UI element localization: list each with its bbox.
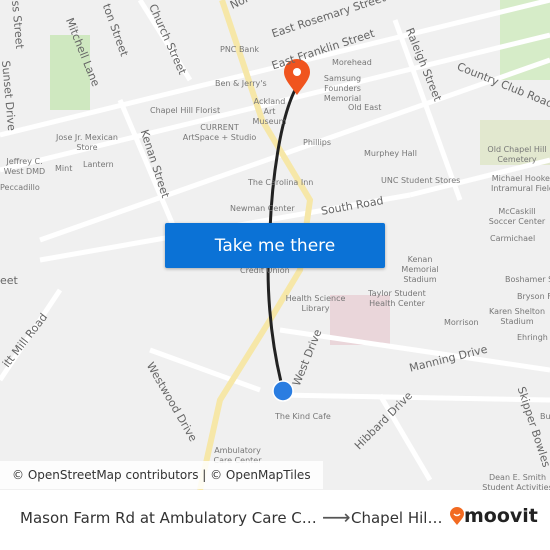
place-label: Dean E. Smith Student Activities Center [482,473,550,490]
place-label: Health Science Library [285,294,346,313]
place-label: Murphey Hall [364,149,417,158]
place-label: Jose Jr. Mexican Store [56,133,118,152]
place-label: Ben & Jerry's [215,79,267,88]
map-attribution[interactable]: © OpenStreetMap contributors | © OpenMap… [0,461,323,489]
place-label: Newman Center [230,204,295,213]
place-label: Boshamer S [505,275,550,284]
place-label: Old East [348,103,382,112]
place-label: Taylor Student Health Center [368,289,426,308]
place-label: The Kind Cafe [275,412,331,421]
moovit-wordmark: moovit [464,505,538,527]
place-label: CURRENT ArtSpace + Studio [182,123,257,142]
place-label: Samsung Founders Memorial [323,74,362,103]
place-label: Ehringh [517,333,548,342]
origin-stop: Mason Farm Rd at Ambulatory Care C… [20,509,317,527]
place-label: The Carolina Inn [248,178,314,187]
destination-stop: Chapel Hil… [351,509,443,527]
place-label: Peccadillo [0,183,40,192]
street-label: eet [0,274,18,287]
moovit-pin-icon [450,507,464,525]
place-label: Chapel Hill Florist [150,106,221,115]
destination-marker-dot [293,68,301,76]
origin-marker[interactable] [272,380,294,402]
take-me-there-button[interactable]: Take me there [165,223,385,268]
place-label: Michael Hooker Intramural Field [490,174,550,193]
place-label: Karen Shelton Stadium [488,307,546,326]
place-label: Bryson F [517,292,550,301]
place-label: PNC Bank [220,45,260,54]
place-label: Kenan Memorial Stadium [401,255,439,284]
place-label: Mint [55,164,73,173]
map[interactable]: North East Rosemary Street East Franklin… [0,0,550,490]
place-label: UNC Student Stores [381,176,461,185]
place-label: Bu [540,412,550,421]
place-label: Jeffrey C. West DMD [3,157,46,176]
place-label: Lantern [83,160,114,169]
place-label: Carmichael [490,234,536,243]
moovit-logo: moovit [450,505,538,527]
place-label: McCaskill Soccer Center [488,207,546,226]
arrow-right-icon: ⟶ [322,505,351,529]
place-label: Old Chapel Hill Cemetery [487,145,547,164]
place-label: Morehead [332,58,372,67]
place-label: Morrison [444,318,479,327]
place-label: Phillips [303,138,332,147]
